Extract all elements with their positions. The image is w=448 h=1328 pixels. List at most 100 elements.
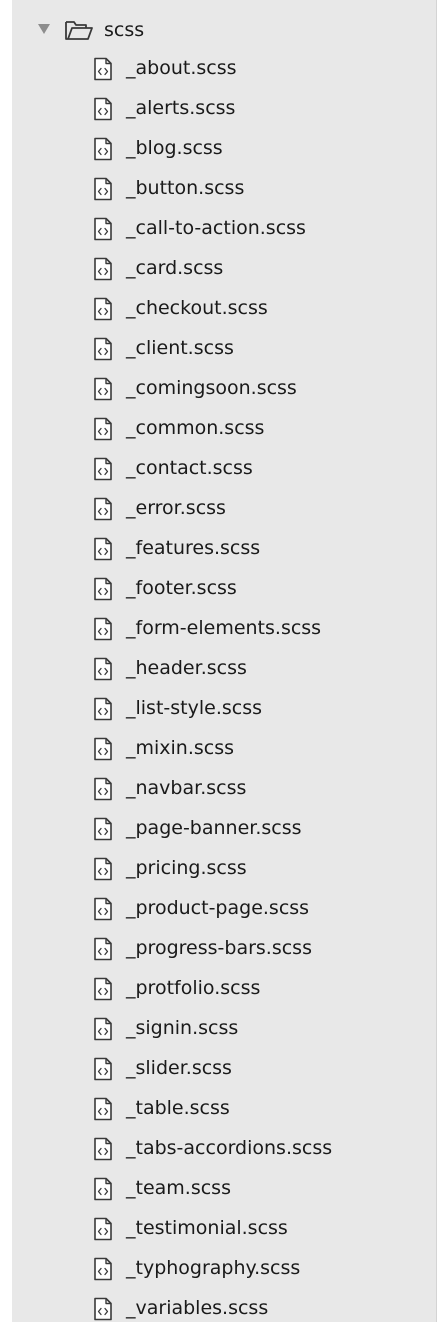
file-item[interactable]: _common.scss xyxy=(12,408,436,448)
file-item[interactable]: _checkout.scss xyxy=(12,288,436,328)
file-name: _testimonial.scss xyxy=(126,1217,288,1239)
file-item[interactable]: _navbar.scss xyxy=(12,768,436,808)
file-item[interactable]: _features.scss xyxy=(12,528,436,568)
file-name: _typhography.scss xyxy=(126,1257,301,1279)
file-item[interactable]: _contact.scss xyxy=(12,448,436,488)
file-name: _list-style.scss xyxy=(126,697,263,719)
file-item[interactable]: _table.scss xyxy=(12,1088,436,1128)
scss-file-icon xyxy=(94,417,112,441)
file-name: _signin.scss xyxy=(126,1017,239,1039)
file-name: _header.scss xyxy=(126,657,247,679)
scss-file-icon xyxy=(94,897,112,921)
scss-file-icon xyxy=(94,537,112,561)
file-item[interactable]: _testimonial.scss xyxy=(12,1208,436,1248)
file-item[interactable]: _product-page.scss xyxy=(12,888,436,928)
file-name: _table.scss xyxy=(126,1097,230,1119)
scss-file-icon xyxy=(94,97,112,121)
file-item[interactable]: _page-banner.scss xyxy=(12,808,436,848)
scss-file-icon xyxy=(94,497,112,521)
scss-file-icon xyxy=(94,57,112,81)
file-item[interactable]: _tabs-accordions.scss xyxy=(12,1128,436,1168)
scss-file-icon xyxy=(94,1057,112,1081)
file-name: _team.scss xyxy=(126,1177,231,1199)
scss-file-icon xyxy=(94,177,112,201)
file-name: _tabs-accordions.scss xyxy=(126,1137,333,1159)
file-name: _call-to-action.scss xyxy=(126,217,306,239)
file-item[interactable]: _blog.scss xyxy=(12,128,436,168)
file-name: _alerts.scss xyxy=(126,97,236,119)
file-item[interactable]: _mixin.scss xyxy=(12,728,436,768)
file-item[interactable]: _variables.scss xyxy=(12,1288,436,1328)
file-name: _blog.scss xyxy=(126,137,223,159)
file-name: _slider.scss xyxy=(126,1057,232,1079)
file-name: _footer.scss xyxy=(126,577,237,599)
folder-open-icon xyxy=(65,21,93,40)
scss-file-icon xyxy=(94,1177,112,1201)
file-name: _common.scss xyxy=(126,417,265,439)
file-item[interactable]: _slider.scss xyxy=(12,1048,436,1088)
folder-row-scss[interactable]: scss xyxy=(12,10,436,50)
file-item[interactable]: _error.scss xyxy=(12,488,436,528)
scss-file-icon xyxy=(94,817,112,841)
scss-file-icon xyxy=(94,977,112,1001)
file-item[interactable]: _protfolio.scss xyxy=(12,968,436,1008)
file-item[interactable]: _call-to-action.scss xyxy=(12,208,436,248)
scss-file-icon xyxy=(94,1017,112,1041)
file-name: _comingsoon.scss xyxy=(126,377,297,399)
file-item[interactable]: _team.scss xyxy=(12,1168,436,1208)
file-name: _navbar.scss xyxy=(126,777,247,799)
file-name: _about.scss xyxy=(126,57,237,79)
folder-label: scss xyxy=(104,19,145,41)
file-item[interactable]: _header.scss xyxy=(12,648,436,688)
scss-file-icon xyxy=(94,1097,112,1121)
scss-file-icon xyxy=(94,377,112,401)
file-name: _protfolio.scss xyxy=(126,977,261,999)
disclosure-triangle-icon[interactable] xyxy=(38,24,50,34)
file-name: _checkout.scss xyxy=(126,297,268,319)
file-name: _contact.scss xyxy=(126,457,253,479)
file-item[interactable]: _alerts.scss xyxy=(12,88,436,128)
file-name: _form-elements.scss xyxy=(126,617,322,639)
file-item[interactable]: _list-style.scss xyxy=(12,688,436,728)
scss-file-icon xyxy=(94,1137,112,1161)
scss-file-icon xyxy=(94,1297,112,1321)
file-item[interactable]: _footer.scss xyxy=(12,568,436,608)
scss-file-icon xyxy=(94,777,112,801)
file-item[interactable]: _card.scss xyxy=(12,248,436,288)
file-item[interactable]: _button.scss xyxy=(12,168,436,208)
file-item[interactable]: _client.scss xyxy=(12,328,436,368)
scss-file-icon xyxy=(94,857,112,881)
file-tree-panel: scss _about.scss _alerts.scss _blog.scss… xyxy=(12,0,437,1322)
file-item[interactable]: _signin.scss xyxy=(12,1008,436,1048)
file-name: _progress-bars.scss xyxy=(126,937,312,959)
file-item[interactable]: _progress-bars.scss xyxy=(12,928,436,968)
file-name: _page-banner.scss xyxy=(126,817,302,839)
file-item[interactable]: _form-elements.scss xyxy=(12,608,436,648)
file-item[interactable]: _comingsoon.scss xyxy=(12,368,436,408)
scss-file-icon xyxy=(94,1257,112,1281)
file-name: _product-page.scss xyxy=(126,897,310,919)
file-list: _about.scss _alerts.scss _blog.scss _but… xyxy=(12,48,436,1328)
file-item[interactable]: _about.scss xyxy=(12,48,436,88)
scss-file-icon xyxy=(94,337,112,361)
scss-file-icon xyxy=(94,217,112,241)
scss-file-icon xyxy=(94,617,112,641)
scss-file-icon xyxy=(94,257,112,281)
file-name: _features.scss xyxy=(126,537,261,559)
scss-file-icon xyxy=(94,737,112,761)
scss-file-icon xyxy=(94,137,112,161)
scss-file-icon xyxy=(94,697,112,721)
scss-file-icon xyxy=(94,577,112,601)
file-name: _variables.scss xyxy=(126,1297,269,1319)
scss-file-icon xyxy=(94,1217,112,1241)
file-name: _card.scss xyxy=(126,257,224,279)
file-item[interactable]: _pricing.scss xyxy=(12,848,436,888)
scss-file-icon xyxy=(94,297,112,321)
file-name: _client.scss xyxy=(126,337,234,359)
file-name: _error.scss xyxy=(126,497,226,519)
scss-file-icon xyxy=(94,657,112,681)
scss-file-icon xyxy=(94,457,112,481)
file-item[interactable]: _typhography.scss xyxy=(12,1248,436,1288)
file-name: _mixin.scss xyxy=(126,737,235,759)
file-name: _pricing.scss xyxy=(126,857,247,879)
